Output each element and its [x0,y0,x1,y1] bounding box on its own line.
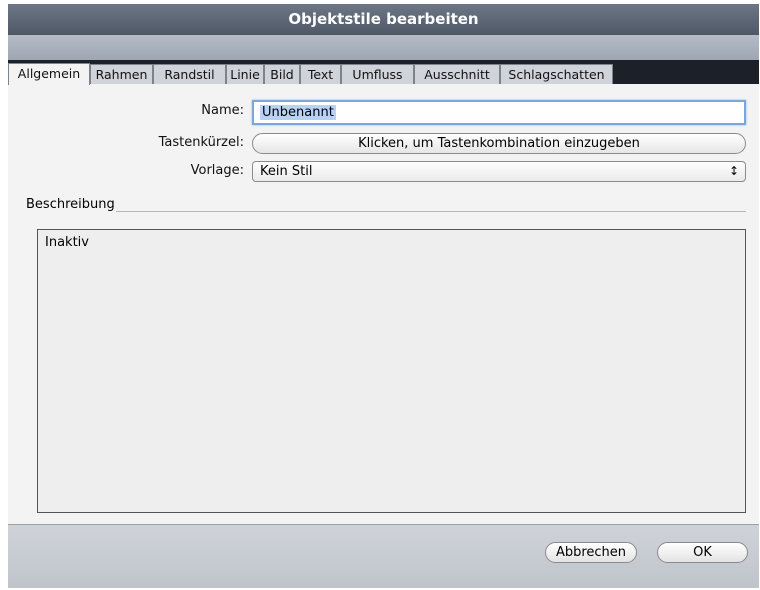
dialog-footer [8,524,759,588]
description-label: Beschreibung [26,197,115,212]
name-input[interactable]: Unbenannt [252,100,746,125]
tab-rahmen[interactable]: Rahmen [90,64,153,84]
tab-linie[interactable]: Linie [226,64,264,84]
tab-bild[interactable]: Bild [264,64,300,84]
name-label: Name: [201,103,244,118]
tab-ausschnitt[interactable]: Ausschnitt [414,64,500,84]
tab-allgemein[interactable]: Allgemein [8,63,90,85]
name-value: Unbenannt [260,105,336,120]
window-title: Objektstile bearbeiten [8,4,759,35]
description-divider [116,211,746,212]
updown-arrows-icon: ↕ [728,164,739,178]
ok-button[interactable]: OK [657,542,748,563]
cancel-button[interactable]: Abbrechen [545,542,637,563]
tab-umfluss[interactable]: Umfluss [341,64,414,84]
dialog-window: Objektstile bearbeiten Allgemein Rahmen … [8,4,759,588]
description-text: Inaktiv [45,235,89,250]
shortcut-button[interactable]: Klicken, um Tastenkombination einzugeben [252,133,746,154]
tab-randstil[interactable]: Randstil [153,64,226,84]
template-select[interactable]: Kein Stil ↕ [252,161,746,182]
shortcut-label: Tastenkürzel: [158,135,244,150]
description-textarea[interactable]: Inaktiv [37,229,746,513]
template-label: Vorlage: [190,163,244,178]
titlebar-lower [8,35,759,60]
tab-text[interactable]: Text [300,64,341,84]
tab-schlagschatten[interactable]: Schlagschatten [500,64,613,84]
template-select-value: Kein Stil [260,164,313,179]
